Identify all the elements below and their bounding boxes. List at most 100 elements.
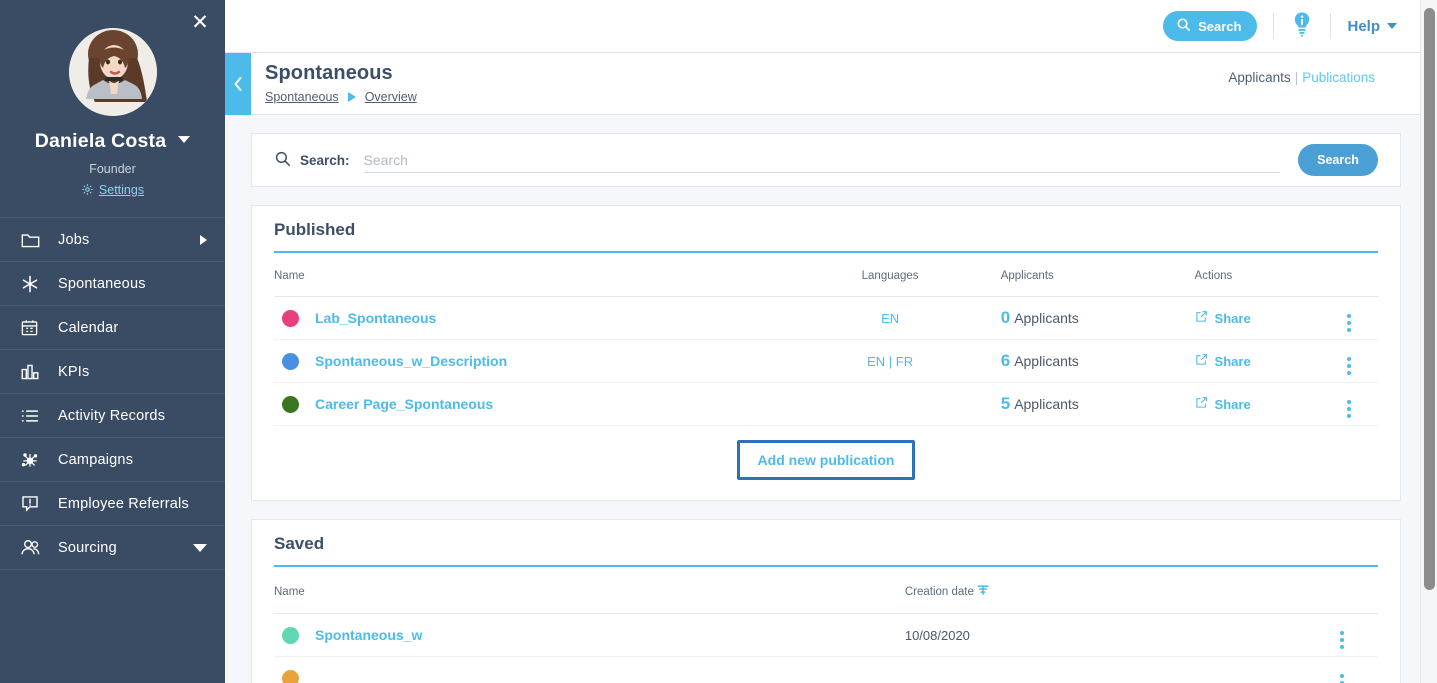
row-menu-icon[interactable] <box>1347 356 1352 375</box>
cell-applicants: 0 Applicants <box>1000 296 1195 340</box>
chevron-down-icon[interactable] <box>178 136 191 143</box>
breadcrumb-current[interactable]: Overview <box>365 90 417 104</box>
table-row: Career Page_Spontaneous 5 Applicants Sha… <box>274 382 1378 426</box>
cell-name: Lab_Spontaneous <box>274 296 780 340</box>
sidebar-item-spontaneous[interactable]: Spontaneous <box>0 262 225 306</box>
column-header-name: Name <box>274 567 905 614</box>
table-header-row: Name Creation date <box>274 567 1378 614</box>
chevron-down-icon[interactable] <box>193 543 207 552</box>
settings-link[interactable]: Settings <box>99 183 144 197</box>
applicants-count: 0 <box>1000 308 1011 327</box>
cell-actions: Share <box>1194 382 1321 426</box>
search-icon <box>1176 17 1191 35</box>
column-header-menu <box>1305 567 1378 614</box>
breadcrumb-root[interactable]: Spontaneous <box>265 90 339 104</box>
cell-name <box>274 656 905 683</box>
sidebar-item-label: Campaigns <box>58 451 134 468</box>
cell-languages[interactable]: EN <box>779 296 1001 340</box>
row-menu-icon[interactable] <box>1339 673 1344 683</box>
status-dot <box>282 669 299 683</box>
published-title: Published <box>274 220 356 239</box>
search-label: Search: <box>300 152 350 168</box>
table-row: Lab_Spontaneous EN 0 Applicants Share <box>274 296 1378 340</box>
sidebar-item-label: KPIs <box>58 363 90 380</box>
avatar-image <box>68 28 157 116</box>
bar-chart-icon <box>20 361 46 383</box>
cell-creation-date: 10/08/2020 <box>904 613 1306 657</box>
share-button[interactable]: Share <box>1195 396 1321 412</box>
publication-name-link[interactable]: Lab_Spontaneous <box>315 310 436 326</box>
sidebar-item-label: Employee Referrals <box>58 495 189 512</box>
cell-languages[interactable]: EN | FR <box>779 339 1001 383</box>
close-icon[interactable]: ✕ <box>189 12 211 34</box>
header-view-links: Applicants | Publications <box>1228 70 1375 85</box>
saved-title: Saved <box>274 534 325 553</box>
publication-name-link[interactable]: Spontaneous_w_Description <box>315 353 507 369</box>
publication-name-link[interactable]: Career Page_Spontaneous <box>315 396 493 412</box>
publication-name-link[interactable]: Spontaneous_w <box>315 627 422 643</box>
sidebar-item-label: Jobs <box>58 231 90 248</box>
cell-actions: Share <box>1194 339 1321 383</box>
external-link-icon <box>1195 396 1208 412</box>
share-label: Share <box>1214 310 1251 326</box>
sidebar-item-activity-records[interactable]: Activity Records <box>0 394 225 438</box>
cell-languages[interactable] <box>779 382 1001 426</box>
column-header-creation-date[interactable]: Creation date <box>904 567 1306 614</box>
sidebar-item-campaigns[interactable]: Campaigns <box>0 438 225 482</box>
lightbulb-info-icon[interactable] <box>1290 11 1314 42</box>
row-menu-icon[interactable] <box>1347 399 1352 418</box>
global-search-button[interactable]: Search <box>1163 11 1258 41</box>
sidebar-item-label: Activity Records <box>58 407 166 424</box>
divider <box>1330 13 1332 39</box>
saved-section: Saved Name Creation date Spontaneous_w 1… <box>251 519 1401 683</box>
column-header-actions: Actions <box>1194 253 1321 297</box>
share-button[interactable]: Share <box>1195 353 1321 369</box>
sidebar-nav: Jobs Spontaneous Calendar KPIs Activity … <box>0 217 225 570</box>
settings-link-row: Settings <box>0 183 225 199</box>
status-dot <box>282 309 299 327</box>
share-label: Share <box>1214 396 1251 412</box>
table-row: Spontaneous_w_Description EN | FR 6 Appli… <box>274 339 1378 383</box>
sidebar-item-employee-referrals[interactable]: Employee Referrals <box>0 482 225 526</box>
cell-name: Spontaneous_w <box>274 613 905 657</box>
sidebar-item-jobs[interactable]: Jobs <box>0 218 225 262</box>
sidebar-item-sourcing[interactable]: Sourcing <box>0 526 225 570</box>
chevron-left-icon <box>232 75 244 93</box>
help-label: Help <box>1347 17 1380 35</box>
cell-menu <box>1320 382 1378 426</box>
status-dot <box>282 395 299 413</box>
search-input[interactable] <box>363 147 1280 173</box>
add-new-publication-button[interactable]: Add new publication <box>736 440 916 480</box>
page-scrollbar[interactable] <box>1420 0 1437 683</box>
cell-menu <box>1305 656 1378 683</box>
sidebar-collapse-toggle[interactable] <box>225 53 251 115</box>
search-label-group: Search: <box>274 150 350 170</box>
sidebar-item-kpis[interactable]: KPIs <box>0 350 225 394</box>
profile-name-row[interactable]: Daniela Costa <box>0 130 225 153</box>
cell-name: Spontaneous_w_Description <box>274 339 780 383</box>
search-panel: Search: Search <box>251 133 1401 187</box>
link-applicants[interactable]: Applicants <box>1228 70 1290 85</box>
row-menu-icon[interactable] <box>1347 313 1352 332</box>
saved-table: Name Creation date Spontaneous_w 10/08/2… <box>274 567 1378 683</box>
help-menu[interactable]: Help <box>1347 18 1397 35</box>
search-submit-button[interactable]: Search <box>1298 144 1378 176</box>
table-row <box>274 656 1378 683</box>
cell-actions: Share <box>1194 296 1321 340</box>
column-header-creation-date-label: Creation date <box>904 585 974 598</box>
scrollbar-thumb[interactable] <box>1424 8 1435 590</box>
applicants-count: 6 <box>1000 351 1011 370</box>
chevron-down-icon <box>1387 23 1397 29</box>
cell-menu <box>1320 296 1378 340</box>
applicants-count: 5 <box>1000 394 1011 413</box>
link-publications[interactable]: Publications <box>1302 70 1375 85</box>
referral-icon <box>20 493 46 515</box>
share-button[interactable]: Share <box>1195 310 1321 326</box>
sidebar-item-calendar[interactable]: Calendar <box>0 306 225 350</box>
sort-filter-icon[interactable] <box>977 584 989 599</box>
global-search-label: Search <box>1198 18 1242 34</box>
chevron-right-icon[interactable] <box>200 234 207 245</box>
row-menu-icon[interactable] <box>1339 630 1344 649</box>
link-separator: | <box>1294 70 1299 85</box>
profile-name: Daniela Costa <box>34 130 167 152</box>
